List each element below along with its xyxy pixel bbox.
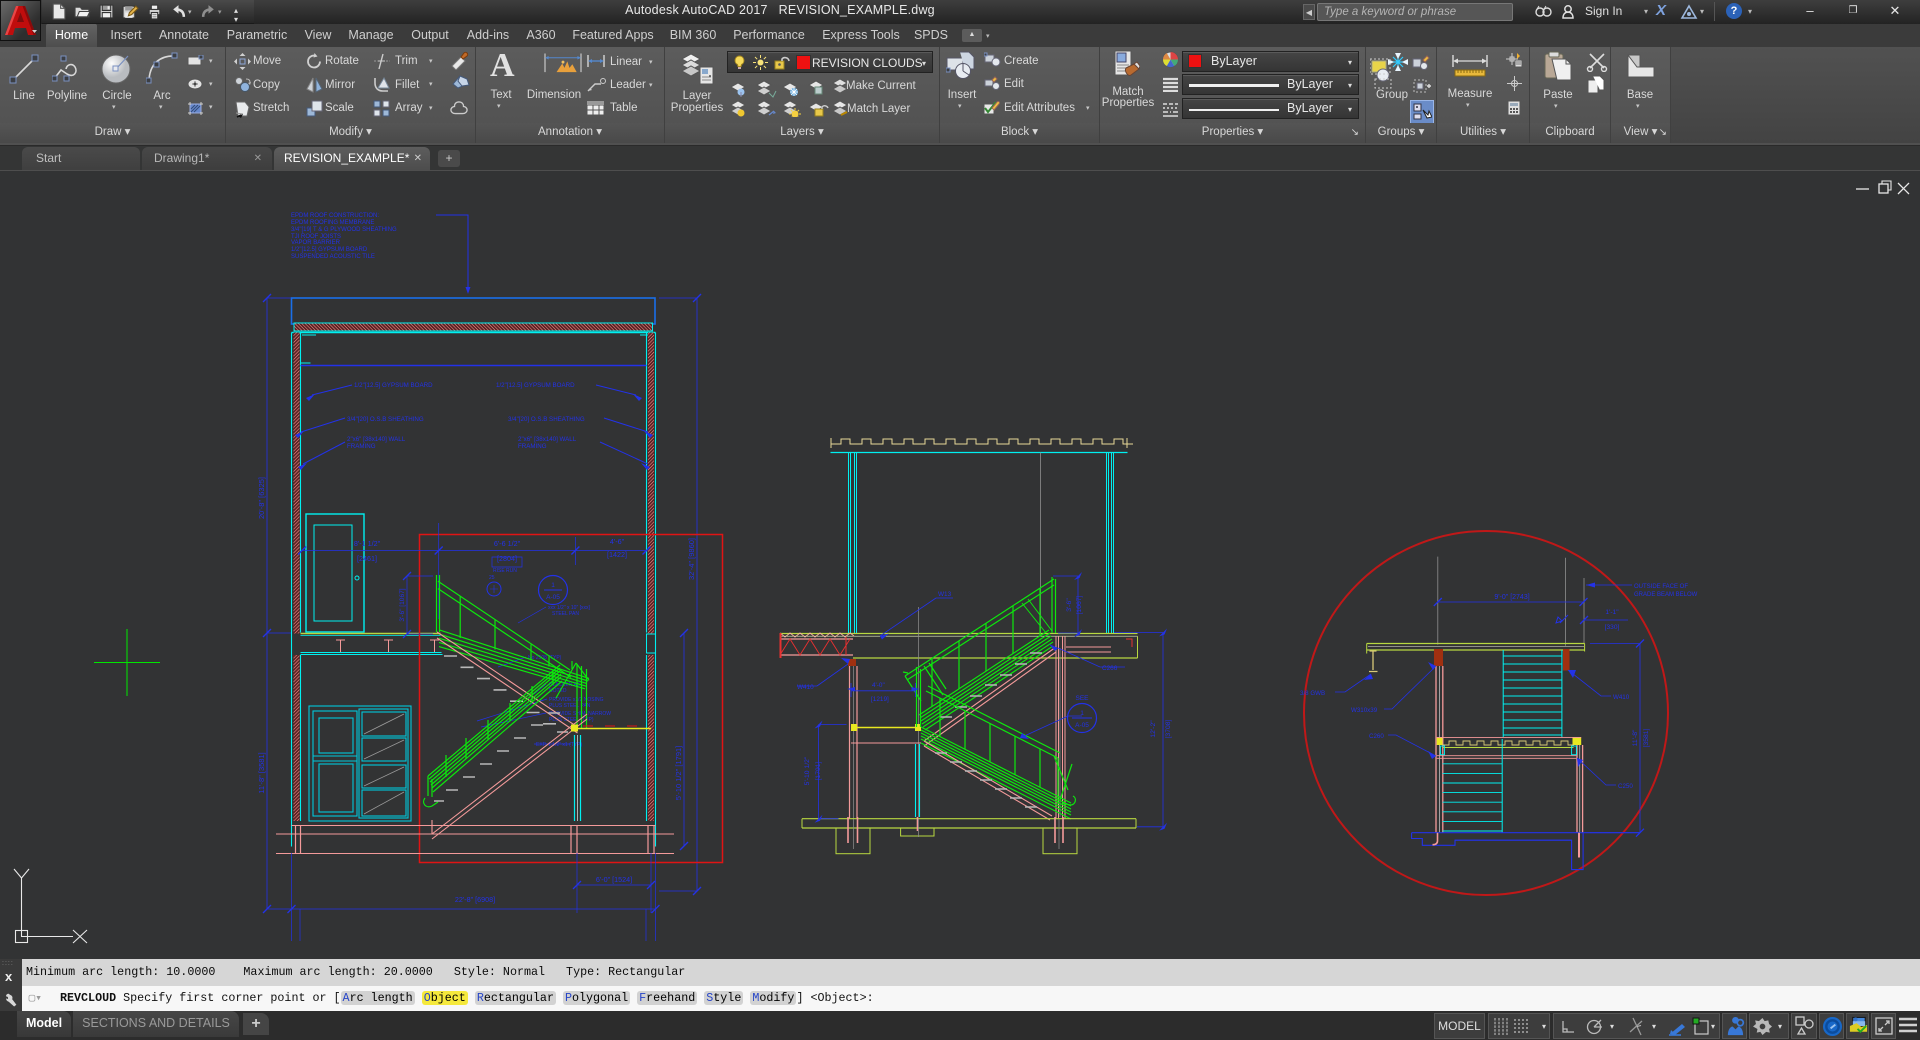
svg-text:FRAMING: FRAMING	[347, 443, 376, 450]
svg-text:3'-6": 3'-6"	[1066, 598, 1073, 612]
svg-text:C266: C266	[1102, 665, 1118, 672]
svg-text:[1219]: [1219]	[871, 696, 889, 703]
svg-text:EPDM ROOFING MEMBRANE: EPDM ROOFING MEMBRANE	[291, 220, 374, 226]
svg-text:1/2"[12.5] GYPSUM BOARD: 1/2"[12.5] GYPSUM BOARD	[354, 382, 433, 389]
svg-text:FRAMING: FRAMING	[518, 443, 547, 450]
svg-text:OUTSIDE FACE OF: OUTSIDE FACE OF	[1634, 584, 1688, 590]
svg-text:W410: W410	[1613, 694, 1630, 701]
svg-text:[330]: [330]	[1605, 624, 1620, 631]
svg-text:9'-0" [2743]: 9'-0" [2743]	[1494, 594, 1529, 601]
svg-text:W410: W410	[797, 684, 814, 691]
svg-text:[3708]: [3708]	[1165, 719, 1172, 738]
svg-text:[3581]: [3581]	[1643, 728, 1650, 747]
svg-text:STEEL PAN: STEEL PAN	[552, 611, 579, 617]
svg-text:2"x6" [38x140] WALL: 2"x6" [38x140] WALL	[518, 436, 577, 443]
svg-text:NOTED: NOTED	[549, 688, 567, 694]
svg-text:3/4"[20] O.S.B SHEATHING: 3/4"[20] O.S.B SHEATHING	[347, 416, 424, 423]
svg-text:11'-8" [3581]: 11'-8" [3581]	[257, 752, 266, 793]
svg-text:W310x39: W310x39	[1351, 707, 1378, 714]
svg-text:[2461]: [2461]	[357, 554, 377, 563]
svg-text:C250: C250	[1618, 783, 1633, 790]
svg-text:SUSPENDED ACOUSTIC TILE: SUSPENDED ACOUSTIC TILE	[291, 254, 375, 260]
svg-text:22'-8" [6908]: 22'-8" [6908]	[455, 895, 495, 904]
svg-text:[2804]: [2804]	[497, 554, 517, 563]
svg-text:A-05: A-05	[1075, 722, 1089, 729]
svg-text:1/2"[12.5] GYPSUM BOARD: 1/2"[12.5] GYPSUM BOARD	[496, 382, 575, 389]
svg-text:3/4"[19] T & G PLYWOOD SHEATHI: 3/4"[19] T & G PLYWOOD SHEATHING	[291, 227, 397, 233]
svg-text:5'-10 1/2" [1791]: 5'-10 1/2" [1791]	[674, 746, 683, 801]
svg-text:4'-0": 4'-0"	[872, 682, 885, 689]
svg-text:8'-1 1/2": 8'-1 1/2"	[354, 539, 381, 548]
svg-text:32'-4" [9860]: 32'-4" [9860]	[687, 538, 696, 580]
svg-text:1/2"[12.5] GYPSUM BOARD: 1/2"[12.5] GYPSUM BOARD	[291, 247, 368, 253]
svg-text:[1791]: [1791]	[815, 761, 822, 780]
svg-text:EPDM ROOF CONSTRUCTION:: EPDM ROOF CONSTRUCTION:	[291, 213, 379, 219]
svg-text:3/8 GWB: 3/8 GWB	[1300, 690, 1325, 697]
svg-text:11'-8": 11'-8"	[1632, 729, 1639, 746]
svg-text:EXP. 1 1/2" x1 (TYP): EXP. 1 1/2" x1 (TYP)	[536, 742, 582, 748]
svg-text:C260: C260	[1369, 733, 1384, 740]
svg-text:RISE RUN: RISE RUN	[493, 568, 517, 574]
svg-text:4'-6": 4'-6"	[610, 537, 625, 546]
svg-text:6'-6 1/2": 6'-6 1/2"	[494, 539, 521, 548]
svg-text:SEE: SEE	[1075, 695, 1089, 702]
svg-text:25: 25	[489, 575, 495, 581]
svg-text:A-05: A-05	[546, 594, 560, 601]
svg-text:6'-0" [1524]: 6'-0" [1524]	[596, 875, 632, 884]
svg-text:3'-6" [1067]: 3'-6" [1067]	[399, 588, 406, 621]
svg-text:W13: W13	[938, 591, 952, 598]
svg-text:12'-2": 12'-2"	[1150, 720, 1157, 738]
svg-text:1: 1	[551, 582, 555, 589]
svg-text:[1422]: [1422]	[607, 550, 627, 559]
svg-text:PLUS STEEL PAN: PLUS STEEL PAN	[549, 703, 591, 709]
svg-text:5'-10 1/2": 5'-10 1/2"	[804, 756, 811, 785]
svg-text:1: 1	[1080, 710, 1084, 717]
svg-text:VAPOR BARRIER: VAPOR BARRIER	[291, 240, 341, 246]
svg-text:1'-1": 1'-1"	[1605, 609, 1619, 616]
svg-text:GRADE BEAM BELOW: GRADE BEAM BELOW	[1634, 592, 1698, 598]
svg-text:2"x6" [38x140] WALL: 2"x6" [38x140] WALL	[347, 436, 406, 443]
svg-text:[1067]: [1067]	[1076, 595, 1083, 614]
svg-text:3/4"[20] O.S.B SHEATHING: 3/4"[20] O.S.B SHEATHING	[508, 416, 585, 423]
svg-text:20'-8" [6325]: 20'-8" [6325]	[257, 477, 266, 519]
